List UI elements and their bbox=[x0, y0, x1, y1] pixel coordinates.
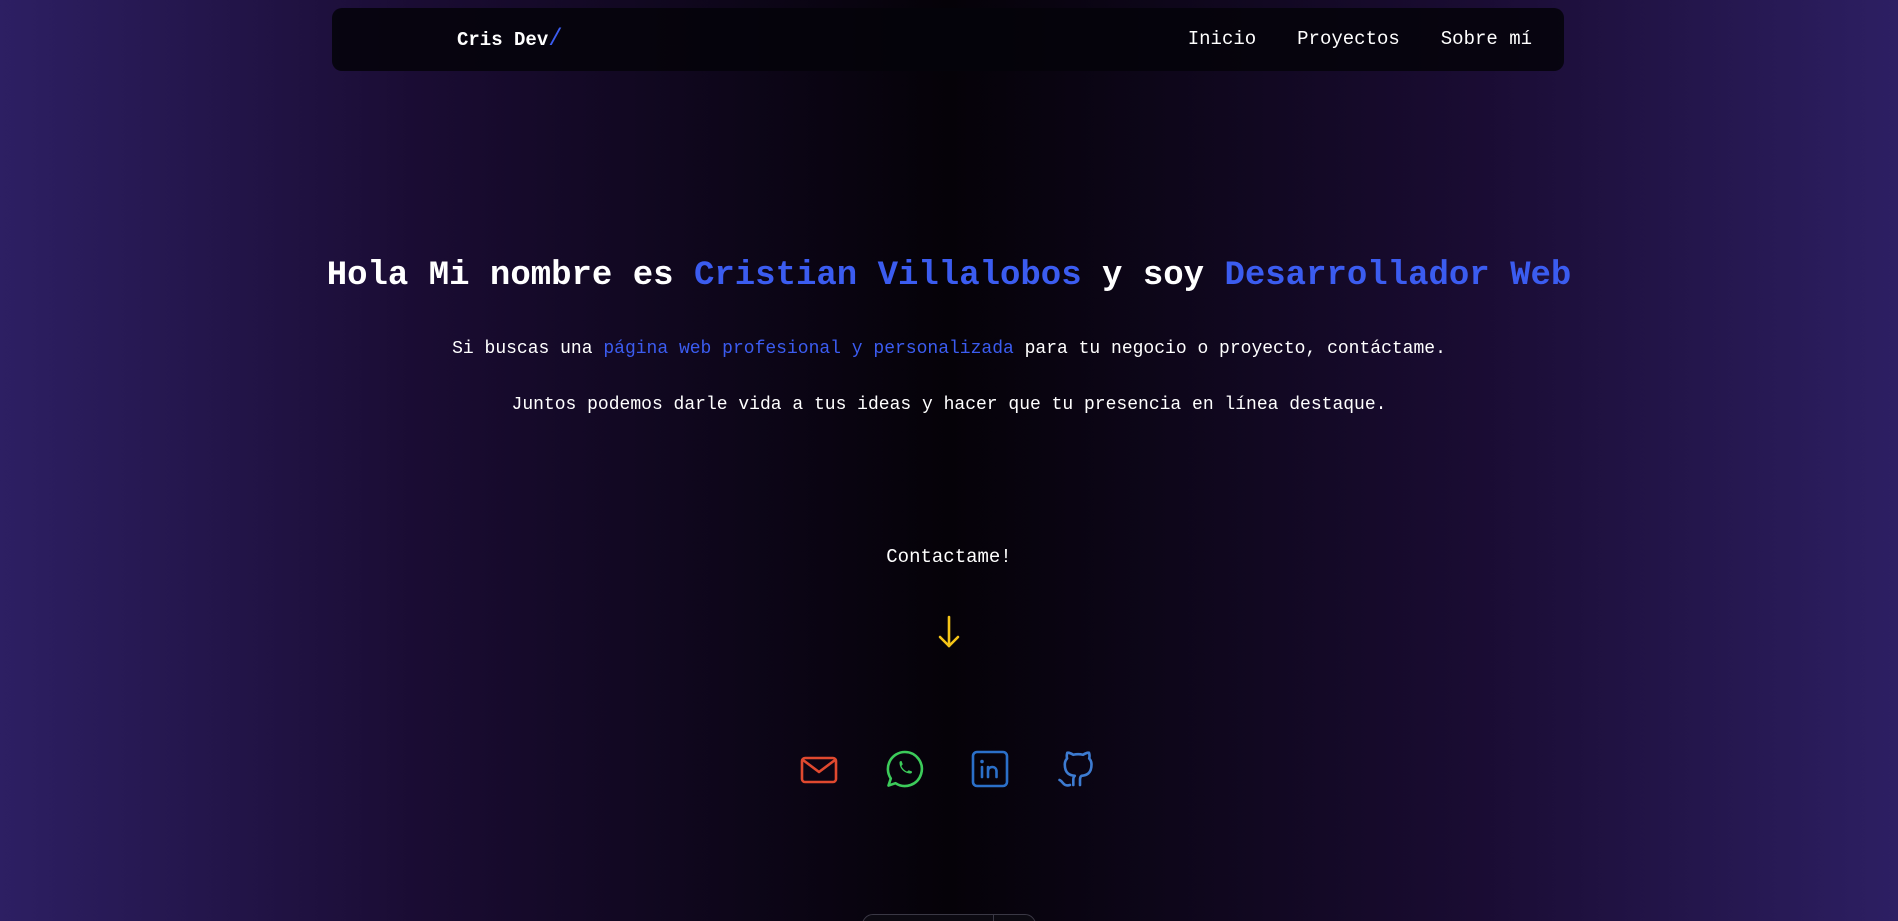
hero-title-intro: Hola Mi nombre es bbox=[326, 257, 694, 295]
site-logo[interactable]: Cris Dev/ bbox=[457, 28, 563, 52]
hero-line1-end: para tu negocio o proyecto, contáctame. bbox=[1013, 339, 1446, 359]
hero-description-line1: Si buscas una página web profesional y p… bbox=[0, 337, 1898, 361]
arrow-down-icon bbox=[934, 614, 964, 650]
linkedin-icon bbox=[969, 748, 1011, 790]
nav-links: Inicio Proyectos Sobre mí bbox=[1188, 27, 1532, 51]
hero-line1-highlight: página web profesional y personalizada bbox=[603, 339, 1014, 359]
nav-link-sobre-mi[interactable]: Sobre mí bbox=[1441, 27, 1532, 51]
logo-slash: / bbox=[548, 26, 563, 53]
navbar: Cris Dev/ Inicio Proyectos Sobre mí bbox=[332, 8, 1564, 71]
hero-title-connector: y soy bbox=[1081, 257, 1225, 295]
linkedin-link[interactable] bbox=[969, 748, 1011, 790]
hero-title: Hola Mi nombre es Cristian Villalobos y … bbox=[0, 254, 1898, 298]
nav-link-inicio[interactable]: Inicio bbox=[1188, 27, 1256, 51]
bottom-floating-widget[interactable] bbox=[862, 914, 1036, 921]
github-icon bbox=[1054, 748, 1096, 790]
logo-text: Cris Dev bbox=[457, 29, 549, 51]
hero-line1-start: Si buscas una bbox=[452, 339, 604, 359]
hero-title-role: Desarrollador Web bbox=[1224, 257, 1572, 295]
widget-divider bbox=[993, 915, 994, 921]
nav-link-proyectos[interactable]: Proyectos bbox=[1297, 27, 1400, 51]
whatsapp-icon bbox=[884, 748, 926, 790]
mail-icon bbox=[798, 748, 840, 790]
whatsapp-link[interactable] bbox=[884, 748, 926, 790]
hero-title-name: Cristian Villalobos bbox=[693, 257, 1082, 295]
contact-label: Contactame! bbox=[886, 546, 1012, 568]
email-link[interactable] bbox=[798, 748, 840, 790]
hero-description-line2: Juntos podemos darle vida a tus ideas y … bbox=[511, 395, 1387, 415]
github-link[interactable] bbox=[1054, 748, 1096, 790]
